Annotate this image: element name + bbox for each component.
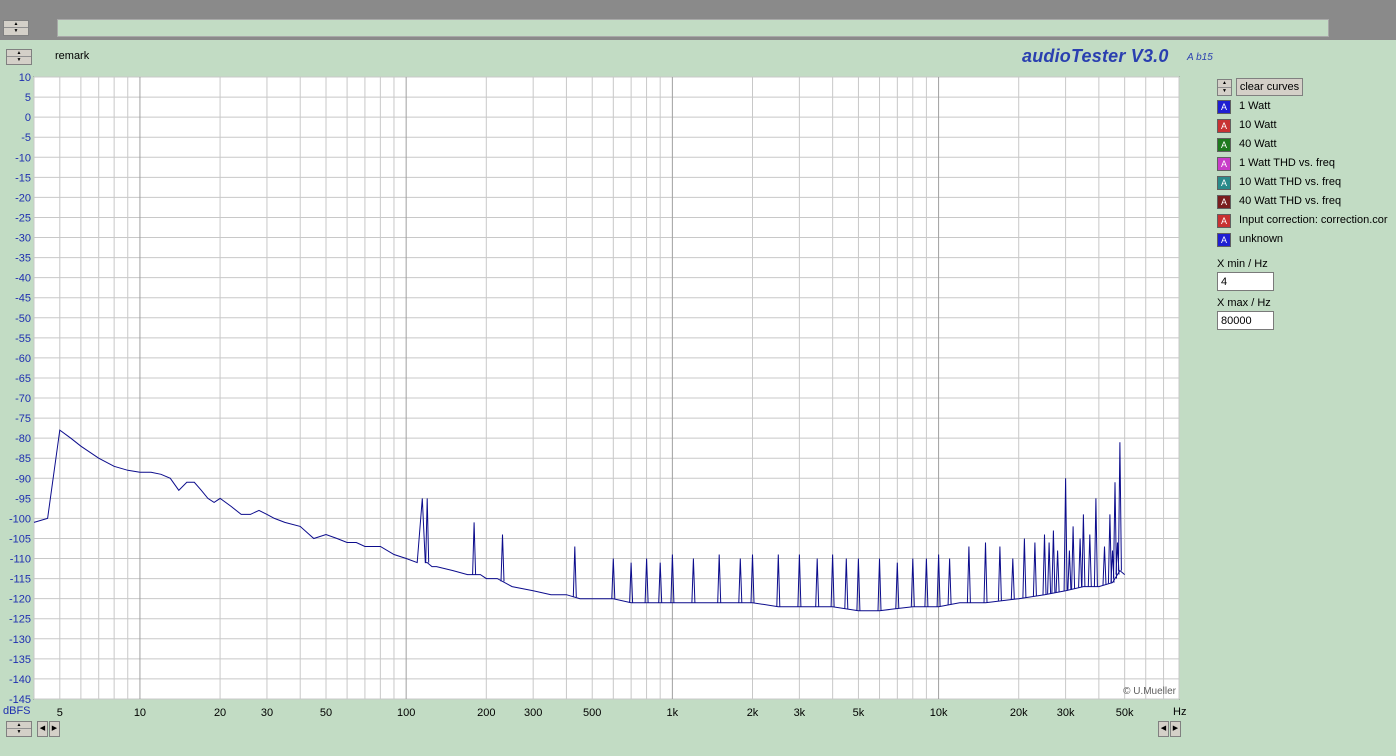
x-tick-label: 30k xyxy=(1057,707,1075,719)
curve-toggle-icon[interactable]: A xyxy=(1217,119,1231,133)
y-tick-label: -35 xyxy=(15,253,31,265)
copyright-label: © U.Mueller xyxy=(1123,686,1177,697)
y-tick-label: -100 xyxy=(9,513,31,525)
x-tick-label: 20 xyxy=(214,707,226,719)
spin-down-icon[interactable]: ▼ xyxy=(7,729,31,736)
x-tick-label: 5 xyxy=(57,707,63,719)
legend-label: 40 Watt xyxy=(1239,138,1277,150)
xmin-input[interactable] xyxy=(1217,272,1274,291)
spin-down-icon[interactable]: ▼ xyxy=(1218,88,1231,96)
arrow-right-icon: ▶ xyxy=(51,725,58,732)
y-tick-label: -115 xyxy=(10,574,31,586)
x-tick-label: 1k xyxy=(667,707,679,719)
scroll-left-button[interactable]: ◀ xyxy=(37,721,48,737)
spin-up-icon[interactable]: ▲ xyxy=(7,722,31,729)
legend-label: 10 Watt xyxy=(1239,119,1277,131)
plot-area xyxy=(33,76,1180,700)
y-tick-label: -80 xyxy=(15,433,31,445)
x-tick-label: 300 xyxy=(524,707,542,719)
curve-toggle-icon[interactable]: A xyxy=(1217,233,1231,247)
y-tick-label: -55 xyxy=(15,333,31,345)
y-axis-label: dBFS xyxy=(3,705,31,717)
y-tick-label: -50 xyxy=(15,313,31,325)
curves-spinner[interactable]: ▲ ▼ xyxy=(1217,79,1232,96)
curve-toggle-icon[interactable]: A xyxy=(1217,214,1231,228)
y-tick-label: -60 xyxy=(15,353,31,365)
y-tick-label: -30 xyxy=(15,233,31,245)
y-tick-label: -140 xyxy=(9,674,31,686)
xrange-left-button[interactable]: ◀ xyxy=(1158,721,1169,737)
y-tick-label: -45 xyxy=(15,293,31,305)
y-tick-label: -85 xyxy=(15,453,31,465)
spectrum-chart: 1050-5-10-15-20-25-30-35-40-45-50-55-60-… xyxy=(3,72,1186,719)
clear-curves-button[interactable]: clear curves xyxy=(1236,78,1303,96)
arrow-left-icon: ◀ xyxy=(39,725,46,732)
y-tick-label: -65 xyxy=(15,373,31,385)
y-tick-label: -75 xyxy=(15,413,31,425)
xmin-label: X min / Hz xyxy=(1217,258,1268,270)
x-tick-label: 10k xyxy=(930,707,948,719)
y-tick-label: -105 xyxy=(9,533,31,545)
y-tick-label: -10 xyxy=(15,152,31,164)
arrow-left-icon: ◀ xyxy=(1160,725,1167,732)
curve-toggle-icon[interactable]: A xyxy=(1217,138,1231,152)
x-tick-label: 50k xyxy=(1116,707,1134,719)
y-tick-label: -25 xyxy=(15,212,31,224)
y-tick-label: 5 xyxy=(25,92,31,104)
y-tick-labels: 10 5 0 -5 -10 -15 -20 -25 -30 -35 -40 -45 -50 -55 -60 -… xyxy=(9,72,31,706)
y-tick-label: -40 xyxy=(15,273,31,285)
x-tick-label: 100 xyxy=(397,707,415,719)
y-tick-label: -120 xyxy=(9,594,31,606)
legend-label: 1 Watt xyxy=(1239,100,1271,112)
y-tick-label: -5 xyxy=(21,132,31,144)
x-tick-label: 50 xyxy=(320,707,332,719)
legend-label: Input correction: correction.cor xyxy=(1239,214,1388,226)
y-tick-label: 0 xyxy=(25,112,31,124)
y-tick-label: -15 xyxy=(15,172,31,184)
legend-label: 1 Watt THD vs. freq xyxy=(1239,157,1335,169)
xrange-right-button[interactable]: ▶ xyxy=(1170,721,1181,737)
legend-label: unknown xyxy=(1239,233,1284,245)
curve-toggle-icon[interactable]: A xyxy=(1217,100,1231,114)
y-tick-label: -125 xyxy=(9,614,31,626)
spin-up-icon[interactable]: ▲ xyxy=(1218,80,1231,88)
legend-label: 40 Watt THD vs. freq xyxy=(1239,195,1342,207)
y-tick-label: 10 xyxy=(19,72,31,84)
x-tick-labels: 5 10 20 30 50 100 200 300 500 1k 2k 3k 5k 10k 20k 30k 50… xyxy=(57,707,1134,719)
x-tick-label: 200 xyxy=(477,707,495,719)
x-tick-label: 500 xyxy=(583,707,601,719)
y-tick-label: -130 xyxy=(9,634,31,646)
x-tick-label: 20k xyxy=(1010,707,1028,719)
curve-toggle-icon[interactable]: A xyxy=(1217,157,1231,171)
x-tick-label: 2k xyxy=(747,707,759,719)
scroll-right-button[interactable]: ▶ xyxy=(49,721,60,737)
bottom-spinner[interactable]: ▲ ▼ xyxy=(6,721,32,737)
x-tick-label: 10 xyxy=(134,707,146,719)
legend-label: 10 Watt THD vs. freq xyxy=(1239,176,1342,188)
y-tick-label: -20 xyxy=(15,192,31,204)
curve-toggle-icon[interactable]: A xyxy=(1217,176,1231,190)
y-tick-label: -95 xyxy=(15,493,31,505)
x-tick-label: 30 xyxy=(261,707,273,719)
xmax-input[interactable] xyxy=(1217,311,1274,330)
arrow-right-icon: ▶ xyxy=(1172,725,1179,732)
x-tick-label: 3k xyxy=(794,707,806,719)
x-axis-label: Hz xyxy=(1173,706,1186,718)
y-tick-label: -70 xyxy=(15,393,31,405)
y-tick-label: -135 xyxy=(9,654,31,666)
curve-toggle-icon[interactable]: A xyxy=(1217,195,1231,209)
y-tick-label: -90 xyxy=(15,473,31,485)
xmax-label: X max / Hz xyxy=(1217,297,1271,309)
x-tick-label: 5k xyxy=(853,707,865,719)
y-tick-label: -110 xyxy=(10,554,31,566)
